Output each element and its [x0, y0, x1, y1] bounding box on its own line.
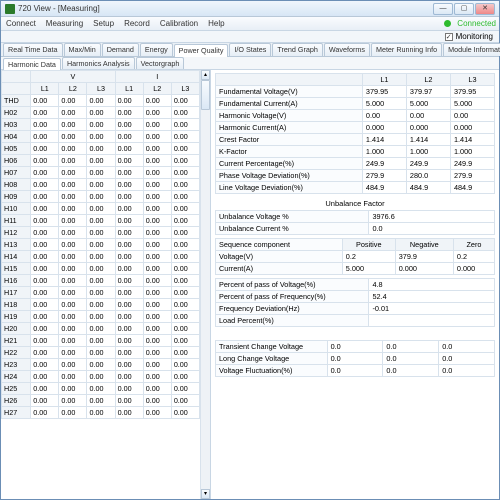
tab-i-o-states[interactable]: I/O States [229, 43, 271, 56]
misc-table: Percent of pass of Voltage(%)4.8Percent … [215, 278, 495, 327]
table-row: Current(A)5.0000.0000.000 [216, 263, 495, 275]
table-row: K-Factor1.0001.0001.000 [216, 146, 495, 158]
unbalance-title: Unbalance Factor [215, 197, 495, 210]
table-row: H170.000.000.000.000.000.00 [2, 287, 200, 299]
tab-energy[interactable]: Energy [140, 43, 173, 56]
table-row: Harmonic Voltage(V)0.000.000.00 [216, 110, 495, 122]
table-row: H270.000.000.000.000.000.00 [2, 407, 200, 419]
menu-bar: Connect Measuring Setup Record Calibration He… [1, 17, 499, 31]
table-row: Load Percent(%) [216, 315, 495, 327]
sequence-table: Sequence componentPositiveNegativeZeroVo… [215, 238, 495, 275]
table-row: H130.000.000.000.000.000.00 [2, 239, 200, 251]
harmonic-panel: VIL1L2L3L1L2L3THD0.000.000.000.000.000.0… [1, 70, 211, 499]
voltage-change-table: Transient Change Voltage0.00.00.0Long Ch… [215, 340, 495, 377]
table-row: H260.000.000.000.000.000.00 [2, 395, 200, 407]
table-row: Fundamental Voltage(V)379.95379.97379.95 [216, 86, 495, 98]
scroll-thumb[interactable] [201, 80, 210, 110]
table-row: H140.000.000.000.000.000.00 [2, 251, 200, 263]
maximize-button[interactable]: ▢ [454, 3, 474, 15]
monitoring-checkbox[interactable]: ✓ [445, 33, 453, 41]
table-row: H070.000.000.000.000.000.00 [2, 167, 200, 179]
app-window: 720 View - [Measuring] — ▢ ✕ Connect Meas… [0, 0, 500, 500]
table-row: H200.000.000.000.000.000.00 [2, 323, 200, 335]
table-row: H050.000.000.000.000.000.00 [2, 143, 200, 155]
table-row: Fundamental Current(A)5.0005.0005.000 [216, 98, 495, 110]
tab-waveforms[interactable]: Waveforms [324, 43, 370, 56]
status-connected: Connected [457, 19, 496, 28]
summary-panel: L1L2L3Fundamental Voltage(V)379.95379.97… [211, 70, 499, 499]
monitoring-row: ✓ Monitoring [1, 31, 499, 43]
app-icon [5, 4, 15, 14]
status-dot-icon [444, 20, 451, 27]
subtab-harmonic-data[interactable]: Harmonic Data [3, 58, 61, 70]
table-row: Long Change Voltage0.00.00.0 [216, 353, 495, 365]
table-row: H230.000.000.000.000.000.00 [2, 359, 200, 371]
menu-record[interactable]: Record [122, 19, 152, 28]
tab-trend-graph[interactable]: Trend Graph [272, 43, 322, 56]
table-row: H160.000.000.000.000.000.00 [2, 275, 200, 287]
table-row: H250.000.000.000.000.000.00 [2, 383, 200, 395]
subtab-harmonics-analysis[interactable]: Harmonics Analysis [62, 57, 135, 69]
monitoring-label: Monitoring [456, 32, 493, 41]
power-quality-table: L1L2L3Fundamental Voltage(V)379.95379.97… [215, 73, 495, 194]
tab-demand[interactable]: Demand [102, 43, 139, 56]
tab-max-min[interactable]: Max/Min [64, 43, 101, 56]
table-row: Percent of pass of Frequency(%)52.4 [216, 291, 495, 303]
menu-setup[interactable]: Setup [91, 19, 116, 28]
main-tabs: Real Time DataMax/MinDemandEnergyPower Q… [1, 43, 499, 57]
table-row: H110.000.000.000.000.000.00 [2, 215, 200, 227]
table-row: Current Percentage(%)249.9249.9249.9 [216, 158, 495, 170]
menu-measuring[interactable]: Measuring [44, 19, 85, 28]
content-area: VIL1L2L3L1L2L3THD0.000.000.000.000.000.0… [1, 70, 499, 499]
subtab-vectorgraph[interactable]: Vectorgraph [136, 57, 185, 69]
table-row: Frequency Deviation(Hz)-0.01 [216, 303, 495, 315]
table-row: H220.000.000.000.000.000.00 [2, 347, 200, 359]
menu-help[interactable]: Help [206, 19, 226, 28]
table-row: H020.000.000.000.000.000.00 [2, 107, 200, 119]
table-row: Transient Change Voltage0.00.00.0 [216, 341, 495, 353]
table-row: Unbalance Current %0.0 [216, 223, 495, 235]
tab-meter-running-info[interactable]: Meter Running Info [371, 43, 442, 56]
table-row: H060.000.000.000.000.000.00 [2, 155, 200, 167]
table-row: H100.000.000.000.000.000.00 [2, 203, 200, 215]
scroll-down-icon[interactable]: ▾ [201, 489, 210, 499]
scrollbar-vertical[interactable]: ▴ ▾ [200, 70, 210, 499]
table-row: Voltage(V)0.2379.90.2 [216, 251, 495, 263]
table-row: Harmonic Current(A)0.0000.0000.000 [216, 122, 495, 134]
table-row: THD0.000.000.000.000.000.00 [2, 95, 200, 107]
menu-connect[interactable]: Connect [4, 19, 38, 28]
table-row: H090.000.000.000.000.000.00 [2, 191, 200, 203]
table-row: Voltage Fluctuation(%)0.00.00.0 [216, 365, 495, 377]
table-row: Phase Voltage Deviation(%)279.9280.0279.… [216, 170, 495, 182]
table-row: H030.000.000.000.000.000.00 [2, 119, 200, 131]
window-title: 720 View - [Measuring] [18, 4, 433, 13]
table-row: Crest Factor1.4141.4141.414 [216, 134, 495, 146]
scroll-up-icon[interactable]: ▴ [201, 70, 210, 80]
table-row: H180.000.000.000.000.000.00 [2, 299, 200, 311]
minimize-button[interactable]: — [433, 3, 453, 15]
table-row: H080.000.000.000.000.000.00 [2, 179, 200, 191]
table-row: H150.000.000.000.000.000.00 [2, 263, 200, 275]
unbalance-table: Unbalance Voltage %3976.6Unbalance Curre… [215, 210, 495, 235]
close-button[interactable]: ✕ [475, 3, 495, 15]
table-row: H240.000.000.000.000.000.00 [2, 371, 200, 383]
table-row: H190.000.000.000.000.000.00 [2, 311, 200, 323]
harmonic-table: VIL1L2L3L1L2L3THD0.000.000.000.000.000.0… [1, 70, 200, 419]
menu-calibration[interactable]: Calibration [158, 19, 200, 28]
tab-power-quality[interactable]: Power Quality [174, 44, 229, 57]
table-row: H040.000.000.000.000.000.00 [2, 131, 200, 143]
title-bar: 720 View - [Measuring] — ▢ ✕ [1, 1, 499, 17]
table-row: Percent of pass of Voltage(%)4.8 [216, 279, 495, 291]
tab-real-time-data[interactable]: Real Time Data [3, 43, 63, 56]
sub-tabs: Harmonic DataHarmonics AnalysisVectorgra… [1, 57, 499, 70]
table-row: Unbalance Voltage %3976.6 [216, 211, 495, 223]
tab-module-information[interactable]: Module Information [443, 43, 500, 56]
table-row: Line Voltage Deviation(%)484.9484.9484.9 [216, 182, 495, 194]
table-row: H210.000.000.000.000.000.00 [2, 335, 200, 347]
table-row: H120.000.000.000.000.000.00 [2, 227, 200, 239]
